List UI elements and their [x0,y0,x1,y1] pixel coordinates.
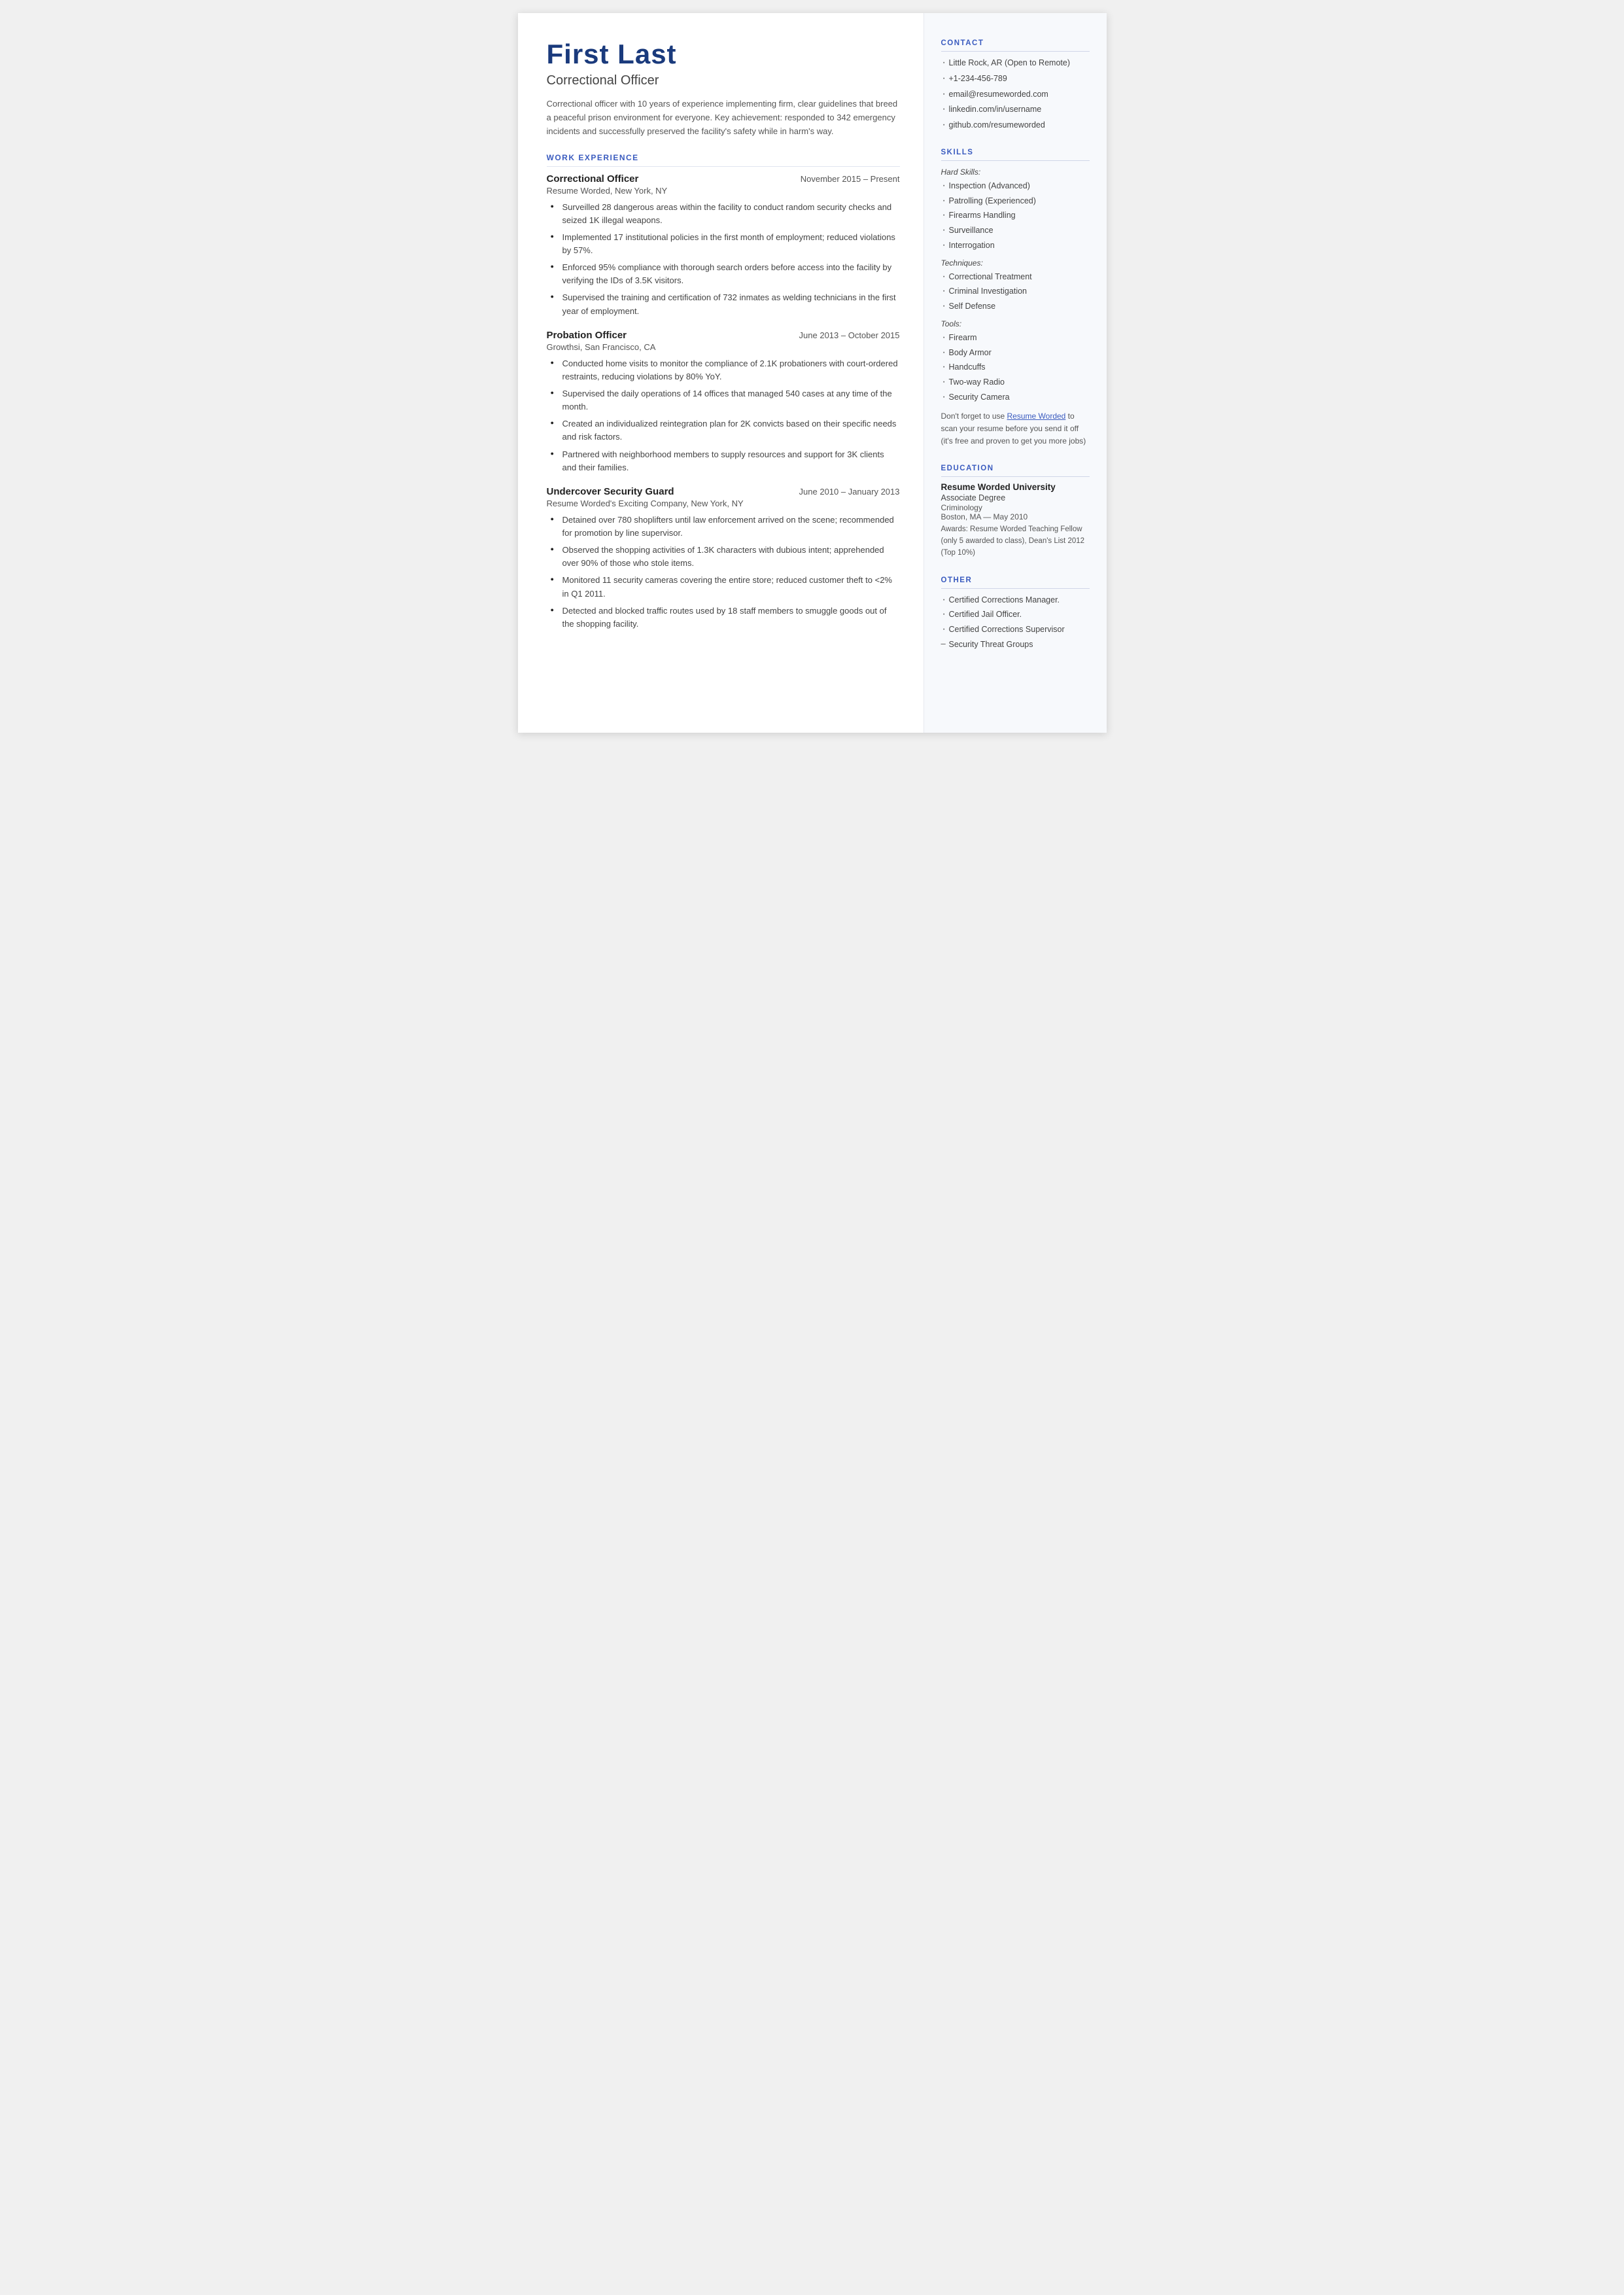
job-entry-1: Correctional Officer November 2015 – Pre… [547,173,900,318]
job-bullets-3: Detained over 780 shoplifters until law … [547,514,900,631]
list-item: Firearm [941,332,1090,344]
edu-school: Resume Worded University [941,482,1090,492]
list-item: Body Armor [941,347,1090,359]
job-header-1: Correctional Officer November 2015 – Pre… [547,173,900,184]
list-item: Two-way Radio [941,376,1090,389]
edu-location-date: Boston, MA — May 2010 [941,512,1090,521]
list-item: Implemented 17 institutional policies in… [549,231,900,257]
list-item: +1-234-456-789 [941,73,1090,85]
tools-label: Tools: [941,319,1090,328]
list-item: linkedin.com/in/username [941,103,1090,116]
candidate-summary: Correctional officer with 10 years of ex… [547,97,900,138]
job-bullets-2: Conducted home visits to monitor the com… [547,357,900,474]
list-item: Security Threat Groups [941,639,1090,651]
edu-degree: Associate Degree [941,493,1090,502]
list-item: Little Rock, AR (Open to Remote) [941,57,1090,69]
list-item: Security Camera [941,391,1090,404]
job-header-3: Undercover Security Guard June 2010 – Ja… [547,486,900,497]
tools-list: Firearm Body Armor Handcuffs Two-way Rad… [941,332,1090,404]
list-item: Patrolling (Experienced) [941,195,1090,207]
list-item: Detected and blocked traffic routes used… [549,604,900,631]
resume-page: First Last Correctional Officer Correcti… [518,13,1107,733]
edu-field: Criminology [941,503,1090,512]
list-item: Correctional Treatment [941,271,1090,283]
list-item: Certified Corrections Manager. [941,594,1090,606]
other-section: OTHER Certified Corrections Manager. Cer… [941,576,1090,651]
candidate-name: First Last [547,39,900,69]
education-label: EDUCATION [941,464,1090,477]
list-item: Created an individualized reintegration … [549,417,900,444]
techniques-label: Techniques: [941,258,1090,268]
work-experience-label: WORK EXPERIENCE [547,153,900,167]
contact-section: CONTACT Little Rock, AR (Open to Remote)… [941,39,1090,131]
list-item: Firearms Handling [941,209,1090,222]
techniques-list: Correctional Treatment Criminal Investig… [941,271,1090,313]
hard-skills-label: Hard Skills: [941,167,1090,177]
job-company-2: Growthsi, San Francisco, CA [547,342,900,352]
job-bullets-1: Surveilled 28 dangerous areas within the… [547,201,900,318]
contact-list: Little Rock, AR (Open to Remote) +1-234-… [941,57,1090,131]
job-dates-2: June 2013 – October 2015 [799,330,900,340]
list-item: Certified Jail Officer. [941,608,1090,621]
list-item: Criminal Investigation [941,285,1090,298]
contact-label: CONTACT [941,39,1090,52]
other-label: OTHER [941,576,1090,589]
left-column: First Last Correctional Officer Correcti… [518,13,924,733]
list-item: email@resumeworded.com [941,88,1090,101]
list-item: Supervised the daily operations of 14 of… [549,387,900,413]
list-item: Detained over 780 shoplifters until law … [549,514,900,540]
job-dates-1: November 2015 – Present [801,174,900,184]
job-company-1: Resume Worded, New York, NY [547,186,900,196]
job-title-1: Correctional Officer [547,173,639,184]
job-title-2: Probation Officer [547,330,627,341]
skills-label: SKILLS [941,149,1090,161]
job-company-3: Resume Worded's Exciting Company, New Yo… [547,499,900,508]
list-item: Observed the shopping activities of 1.3K… [549,544,900,570]
work-experience-section: WORK EXPERIENCE Correctional Officer Nov… [547,153,900,631]
list-item: Monitored 11 security cameras covering t… [549,574,900,600]
other-list: Certified Corrections Manager. Certified… [941,594,1090,651]
job-title-3: Undercover Security Guard [547,486,674,497]
hard-skills-list: Inspection (Advanced) Patrolling (Experi… [941,180,1090,252]
list-item: Surveilled 28 dangerous areas within the… [549,201,900,227]
list-item: Partnered with neighborhood members to s… [549,448,900,474]
skills-note: Don't forget to use Resume Worded to sca… [941,410,1090,448]
skills-section: SKILLS Hard Skills: Inspection (Advanced… [941,149,1090,447]
edu-awards: Awards: Resume Worded Teaching Fellow (o… [941,524,1090,559]
list-item: Supervised the training and certificatio… [549,291,900,317]
resume-worded-link[interactable]: Resume Worded [1007,412,1066,421]
list-item: Surveillance [941,224,1090,237]
list-item: github.com/resumeworded [941,119,1090,131]
list-item: Certified Corrections Supervisor [941,623,1090,636]
job-entry-2: Probation Officer June 2013 – October 20… [547,330,900,474]
list-item: Conducted home visits to monitor the com… [549,357,900,383]
candidate-title: Correctional Officer [547,73,900,88]
list-item: Enforced 95% compliance with thorough se… [549,261,900,287]
list-item: Handcuffs [941,361,1090,374]
education-section: EDUCATION Resume Worded University Assoc… [941,464,1090,559]
skills-note-before: Don't forget to use [941,412,1007,421]
list-item: Interrogation [941,239,1090,252]
list-item: Self Defense [941,300,1090,313]
job-dates-3: June 2010 – January 2013 [799,487,900,497]
edu-entry: Resume Worded University Associate Degre… [941,482,1090,559]
right-column: CONTACT Little Rock, AR (Open to Remote)… [924,13,1107,733]
job-entry-3: Undercover Security Guard June 2010 – Ja… [547,486,900,631]
list-item: Inspection (Advanced) [941,180,1090,192]
job-header-2: Probation Officer June 2013 – October 20… [547,330,900,341]
